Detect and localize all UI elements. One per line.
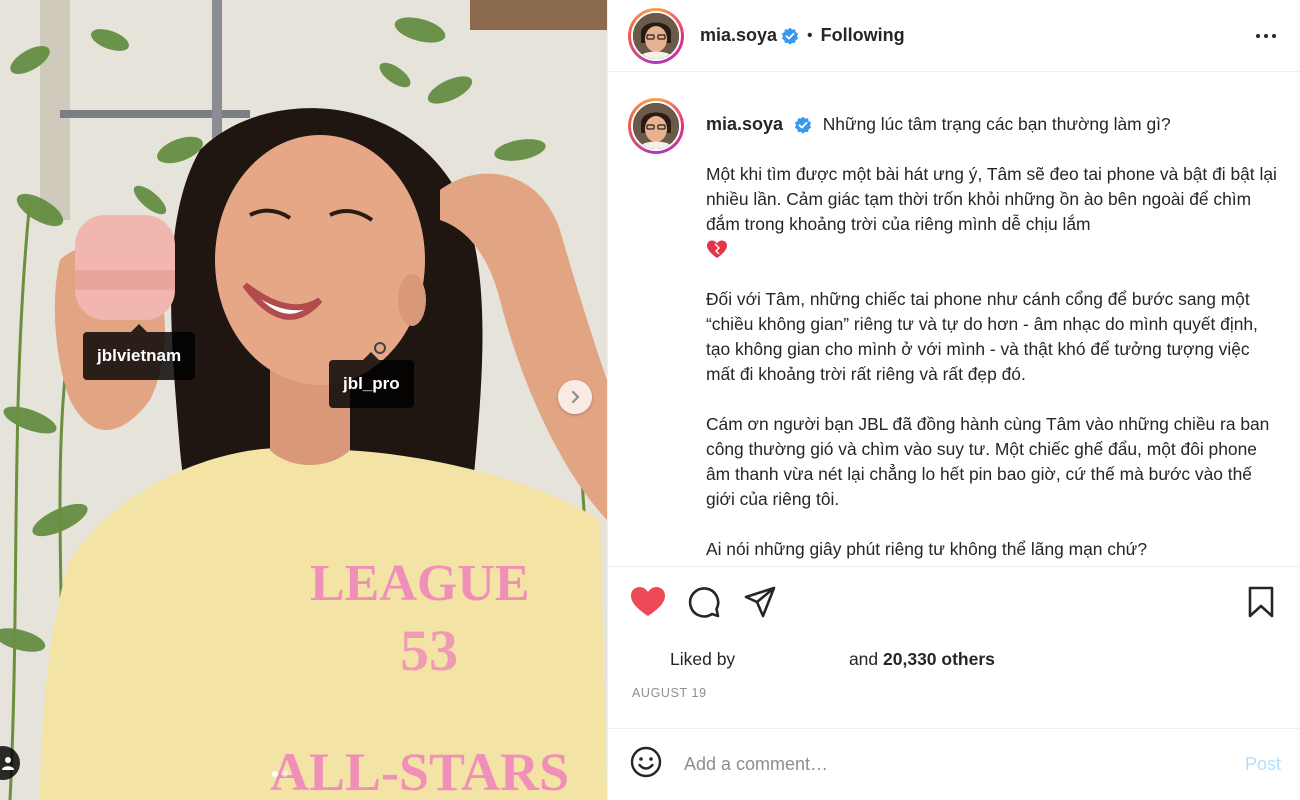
product-tag-jblvietnam[interactable]: jblvietnam <box>83 324 196 380</box>
comment-button[interactable] <box>684 582 724 622</box>
heart-filled-icon <box>631 587 665 616</box>
more-options-button[interactable] <box>1254 24 1278 53</box>
caption-username[interactable]: mia.soya <box>706 114 783 134</box>
carousel-indicator <box>272 771 288 777</box>
author-username[interactable]: mia.soya <box>700 25 777 46</box>
post-sidebar: mia.soya • Following mia.soya Những lúc … <box>607 0 1300 800</box>
header-separator: • <box>807 26 813 44</box>
more-options-icon <box>1256 34 1276 38</box>
caption-paragraph-1: Một khi tìm được một bài hát ưng ý, Tâm … <box>706 164 1277 234</box>
post-caption: mia.soya Những lúc tâm trạng các bạn thư… <box>608 72 1300 562</box>
caption-scroll-area[interactable]: mia.soya Những lúc tâm trạng các bạn thư… <box>608 72 1300 566</box>
post-header: mia.soya • Following <box>608 0 1300 72</box>
caption-first-line: Những lúc tâm trạng các bạn thường làm g… <box>822 114 1171 134</box>
likes-and-label: and <box>848 649 879 669</box>
person-icon <box>2 757 14 770</box>
share-button[interactable] <box>740 582 780 622</box>
caption-author-avatar[interactable] <box>628 98 684 154</box>
post-date[interactable]: AUGUST 19 <box>608 681 1300 717</box>
like-button[interactable] <box>628 582 668 622</box>
next-image-button[interactable] <box>558 380 592 414</box>
bookmark-icon <box>1248 586 1274 618</box>
save-button[interactable] <box>1241 582 1281 622</box>
post-comment-button[interactable]: Post <box>1245 754 1281 775</box>
shirt-print-top: LEAGUE <box>310 555 530 612</box>
shirt-print-bottom: ALL-STARS <box>270 742 569 800</box>
product-tag-jbl-pro[interactable]: jbl_pro <box>329 352 414 408</box>
shirt-print-number: 53 <box>400 618 458 683</box>
comment-icon <box>688 587 720 618</box>
emoji-button[interactable] <box>630 746 662 783</box>
caption-paragraph-2: Đối với Tâm, những chiếc tai phone như c… <box>706 289 1258 384</box>
share-icon <box>744 586 776 618</box>
comment-input[interactable] <box>684 754 1245 775</box>
author-avatar[interactable] <box>628 7 684 64</box>
caption-paragraph-3: Cám ơn người bạn JBL đã đồng hành cùng T… <box>706 414 1270 509</box>
avatar-image <box>633 12 679 59</box>
likes-summary[interactable]: Liked by and 20,330 others <box>608 637 1300 681</box>
carousel-dot <box>282 771 288 777</box>
emoji-icon <box>630 746 662 778</box>
verified-badge-icon <box>794 117 811 135</box>
verified-badge-icon <box>781 27 799 45</box>
post-image: LEAGUE 53 ALL-STARS <box>0 0 607 800</box>
post-actions: Liked by and 20,330 others AUGUST 19 <box>608 566 1300 717</box>
heart-emoji-icon <box>707 240 727 259</box>
comment-composer: Post <box>608 728 1300 800</box>
liked-by-label: Liked by <box>670 649 736 669</box>
following-button[interactable]: Following <box>821 25 905 46</box>
likes-count[interactable]: 20,330 others <box>883 649 995 669</box>
carousel-dot-active <box>272 771 278 777</box>
avatar-image <box>633 103 679 149</box>
chevron-right-icon <box>571 390 580 404</box>
caption-paragraph-4: Ai nói những giây phút riêng tư không th… <box>706 539 1147 559</box>
post-photo[interactable]: LEAGUE 53 ALL-STARS jblvietnam jbl_pro <box>0 0 607 800</box>
